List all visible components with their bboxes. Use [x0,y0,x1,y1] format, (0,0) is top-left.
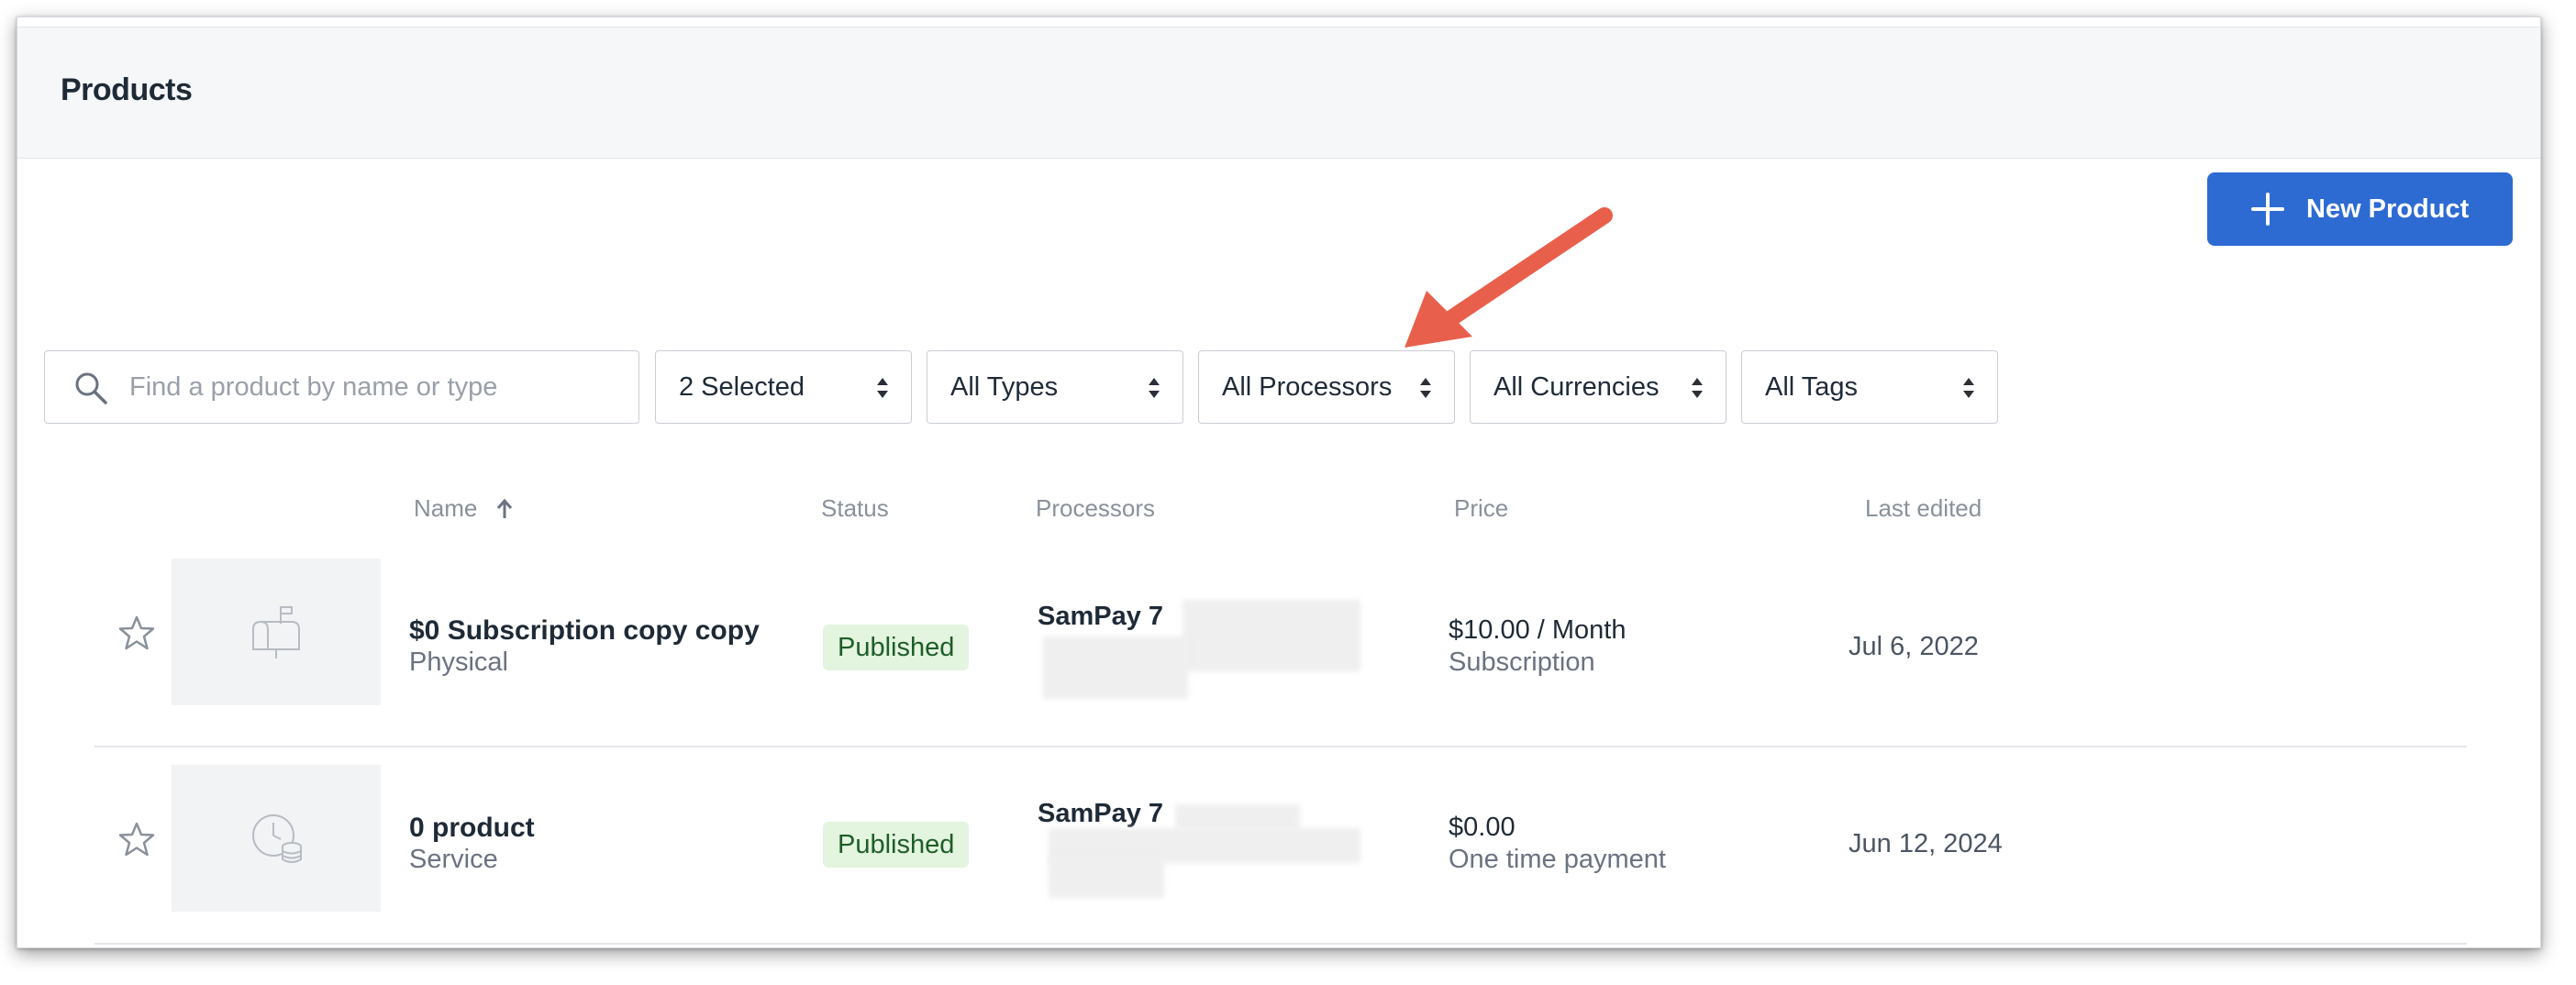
last-edited-date: Jun 12, 2024 [1849,829,2003,858]
tags-filter-label: All Tags [1765,371,1859,402]
search-input[interactable] [128,351,623,423]
types-filter-select[interactable]: All Types [927,350,1183,424]
sort-updown-icon [877,378,888,398]
sort-updown-icon [1149,378,1160,398]
tags-filter-select[interactable]: All Tags [1741,350,1998,424]
processors-filter-label: All Processors [1222,371,1393,402]
sort-updown-icon [1692,378,1703,398]
sort-updown-icon [1963,378,1974,398]
status-filter-select[interactable]: 2 Selected [655,350,912,424]
search-icon [75,372,107,404]
sort-arrow-up-icon [496,498,512,518]
processor-name: SamPay 7 [1038,799,1164,828]
currencies-filter-label: All Currencies [1493,371,1660,402]
annotation-arrow-icon [1405,207,1613,348]
processor-name: SamPay 7 [1038,602,1164,631]
page-header: Products [17,27,2540,159]
products-window: Products New Product 2 Selected All Type… [17,17,2541,948]
favorite-star-icon[interactable] [118,821,155,858]
redacted-processor-detail [1183,600,1360,671]
currencies-filter-select[interactable]: All Currencies [1470,350,1727,424]
product-price: $0.00 [1449,813,1516,842]
favorite-star-icon[interactable] [118,614,155,651]
product-thumbnail[interactable] [172,765,381,912]
column-header-last-edited[interactable]: Last edited [1865,494,1982,523]
product-price-type: One time payment [1449,845,1666,874]
redacted-processor-detail [1049,858,1164,898]
processors-filter-select[interactable]: All Processors [1198,350,1455,424]
column-header-price[interactable]: Price [1454,494,1508,523]
product-price: $10.00 / Month [1449,615,1627,645]
row-divider [94,746,2467,747]
row-divider [94,943,2467,945]
page-title: Products [61,72,193,107]
column-header-name-label: Name [414,494,478,522]
redacted-processor-detail [1175,804,1300,830]
product-thumbnail[interactable] [172,559,381,705]
column-header-name[interactable]: Name [414,494,514,523]
new-product-button-label: New Product [2306,194,2470,224]
redacted-processor-detail [1043,636,1188,699]
search-box[interactable] [44,350,639,424]
last-edited-date: Jul 6, 2022 [1849,632,1979,661]
product-name[interactable]: $0 Subscription copy copy [409,615,760,647]
column-header-processors[interactable]: Processors [1036,494,1155,523]
clock-coins-icon [252,814,302,863]
product-name[interactable]: 0 product [409,813,535,844]
types-filter-label: All Types [950,371,1059,402]
new-product-button[interactable]: New Product [2207,172,2513,246]
plus-icon [2251,193,2284,226]
product-type: Physical [409,647,508,677]
status-badge: Published [823,822,970,868]
mailbox-icon [252,606,300,659]
product-type: Service [409,845,498,874]
column-header-status[interactable]: Status [821,494,889,523]
status-badge: Published [823,625,970,670]
sort-updown-icon [1420,378,1431,398]
product-price-type: Subscription [1449,647,1595,677]
status-filter-label: 2 Selected [679,371,805,402]
